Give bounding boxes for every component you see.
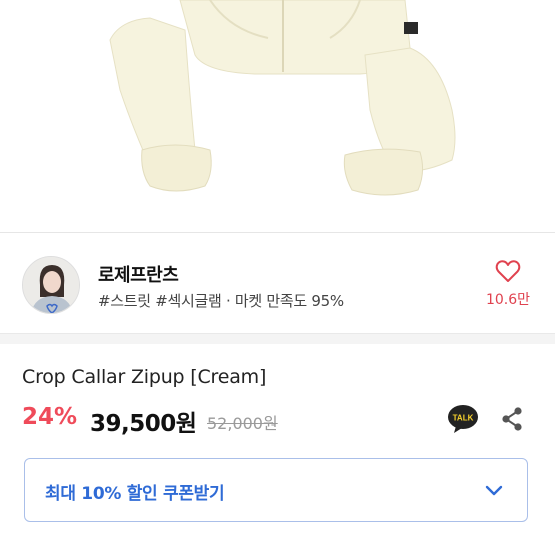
price-row: 24% 39,500원 52,000원 TALK	[22, 402, 542, 438]
discount-rate: 24%	[22, 404, 78, 430]
share-button[interactable]	[500, 406, 524, 432]
talk-icon: TALK	[448, 405, 478, 433]
jacket-image	[0, 0, 555, 232]
product-image[interactable]	[0, 0, 555, 232]
shop-tags: #스트릿 #섹시글램 · 마켓 만족도 95%	[98, 292, 344, 310]
coupon-label: 최대 10% 할인 쿠폰받기	[45, 484, 225, 504]
like-button[interactable]: 10.6만	[483, 259, 533, 309]
heart-icon	[495, 260, 521, 282]
product-title: Crop Callar Zipup [Cream]	[22, 366, 267, 388]
avatar-image	[23, 257, 79, 313]
coupon-button[interactable]: 최대 10% 할인 쿠폰받기	[24, 458, 528, 522]
chevron-down-icon	[485, 485, 503, 496]
like-count: 10.6만	[485, 292, 531, 308]
shop-name[interactable]: 로제프란츠	[98, 261, 179, 287]
share-icon	[502, 407, 522, 431]
shop-info[interactable]: 로제프란츠 #스트릿 #섹시글램 · 마켓 만족도 95% 10.6만	[0, 233, 555, 333]
talk-badge-text: TALK	[453, 414, 474, 423]
kakao-talk-button[interactable]: TALK	[447, 404, 479, 434]
shop-avatar[interactable]	[22, 256, 80, 314]
sale-price: 39,500원	[90, 411, 197, 437]
section-separator	[0, 333, 555, 344]
original-price: 52,000원	[207, 414, 278, 433]
